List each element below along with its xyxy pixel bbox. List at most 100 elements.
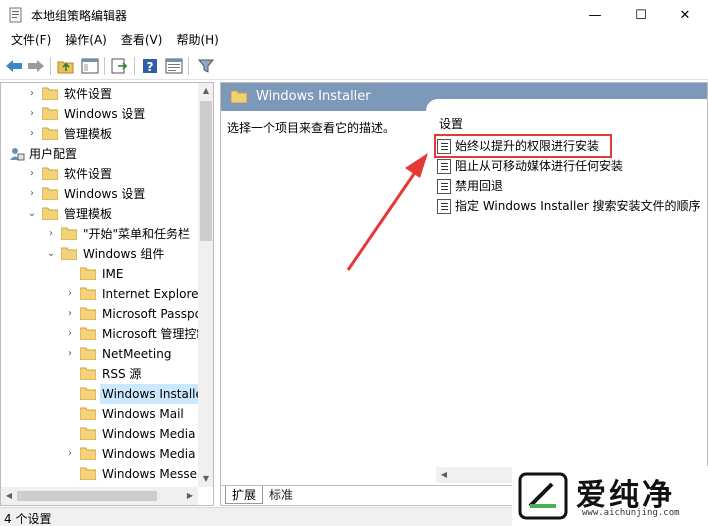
tree-item[interactable]: › Windows 设置	[1, 184, 197, 204]
tree-item-label: Windows 设置	[64, 107, 146, 121]
chevron-down-icon[interactable]: ⌄	[45, 244, 57, 264]
chevron-right-icon[interactable]: ›	[64, 304, 76, 324]
maximize-button[interactable]: ☐	[618, 0, 664, 30]
tab-standard[interactable]: 标准	[263, 486, 299, 504]
tree-item-label: RSS 源	[102, 367, 142, 381]
folder-icon	[80, 267, 96, 280]
tree-pane[interactable]: › 软件设置 › Windows 设置 › 管理模板 用户配置 › 软件设置 › Windows 设…	[0, 82, 214, 506]
menu-help[interactable]: 帮助(H)	[169, 30, 225, 50]
tree-item[interactable]: RSS 源	[1, 364, 197, 384]
tree-item[interactable]: › NetMeeting	[1, 344, 197, 364]
tree-item[interactable]: › 软件设置	[1, 84, 197, 104]
settings-column-header[interactable]: 设置	[439, 115, 463, 132]
close-button[interactable]: ✕	[662, 0, 708, 30]
details-header: Windows Installer	[221, 83, 707, 113]
policy-setting-icon	[437, 199, 451, 214]
chevron-right-icon[interactable]: ›	[26, 104, 38, 124]
folder-icon	[42, 167, 58, 180]
show-hide-tree-icon[interactable]	[80, 56, 100, 76]
menu-file[interactable]: 文件(F)	[4, 30, 58, 50]
help-icon[interactable]: ?	[140, 56, 160, 76]
tree-item-label: Internet Explorer	[102, 287, 204, 301]
chevron-right-icon[interactable]: ›	[64, 284, 76, 304]
tree-item[interactable]: 用户配置	[1, 144, 197, 164]
tree-item[interactable]: › Microsoft 管理控制台	[1, 324, 213, 344]
scroll-thumb[interactable]	[17, 491, 157, 501]
tree-item[interactable]: › "开始"菜单和任务栏	[1, 224, 197, 244]
tree-item[interactable]: › 软件设置	[1, 164, 197, 184]
policy-setting-icon	[437, 159, 451, 174]
tree-item[interactable]: › Windows Media Pla	[1, 444, 213, 464]
tree-item[interactable]: Windows Mail	[1, 404, 197, 424]
scroll-up-icon[interactable]: ▲	[198, 83, 213, 99]
folder-icon	[80, 367, 96, 380]
tab-extended[interactable]: 扩展	[225, 486, 264, 504]
tree-horizontal-scrollbar[interactable]: ◀ ▶	[1, 487, 198, 505]
chevron-right-icon[interactable]: ›	[64, 344, 76, 364]
filter-icon[interactable]	[196, 56, 216, 76]
brand-logo-icon	[518, 472, 568, 520]
chevron-right-icon	[64, 464, 76, 484]
properties-icon[interactable]	[164, 56, 184, 76]
chevron-right-icon	[64, 404, 76, 424]
tree-item[interactable]: Windows Media Ce	[1, 424, 213, 444]
tree-item[interactable]: › Microsoft Passport	[1, 304, 212, 324]
chevron-right-icon	[64, 264, 76, 284]
chevron-right-icon[interactable]: ›	[26, 184, 38, 204]
folder-icon	[80, 327, 96, 340]
folder-icon	[231, 90, 247, 103]
menu-bar: 文件(F) 操作(A) 查看(V) 帮助(H)	[0, 30, 708, 50]
tree-item[interactable]: › 管理模板	[1, 124, 197, 144]
tree-item[interactable]: › Internet Explorer	[1, 284, 203, 304]
menu-action[interactable]: 操作(A)	[58, 30, 114, 50]
chevron-down-icon[interactable]: ⌄	[26, 204, 38, 224]
tree-item[interactable]: Windows Messenge	[1, 464, 213, 484]
tree-item[interactable]: IME	[1, 264, 197, 284]
folder-icon	[80, 467, 96, 480]
scroll-down-icon[interactable]: ▼	[198, 471, 213, 487]
folder-icon	[61, 247, 77, 260]
tree-item-label: 管理模板	[64, 127, 113, 141]
folder-icon	[42, 87, 58, 100]
tree-item-label: Windows Messenge	[102, 467, 214, 481]
chevron-right-icon[interactable]: ›	[26, 124, 38, 144]
scroll-right-icon[interactable]: ▶	[182, 487, 198, 505]
scroll-left-icon[interactable]: ◀	[436, 467, 452, 483]
tree-item-label: Windows 设置	[64, 187, 146, 201]
up-folder-icon[interactable]	[56, 56, 76, 76]
tree-item[interactable]: Windows Installer	[1, 384, 210, 404]
menu-view[interactable]: 查看(V)	[114, 30, 170, 50]
chevron-right-icon[interactable]: ›	[45, 224, 57, 244]
scroll-thumb[interactable]	[200, 101, 212, 241]
title-bar: 本地组策略编辑器 — ☐ ✕	[0, 0, 708, 30]
tree-item[interactable]: › Windows 设置	[1, 104, 197, 124]
back-icon[interactable]	[4, 56, 24, 76]
setting-item-label: 阻止从可移动媒体进行任何安装	[455, 159, 624, 173]
setting-item-label: 指定 Windows Installer 搜索安装文件的顺序	[455, 199, 701, 213]
folder-icon	[42, 187, 58, 200]
tree-item-label: Microsoft Passport	[102, 307, 212, 321]
minimize-button[interactable]: —	[572, 0, 618, 30]
folder-icon	[80, 427, 96, 440]
details-pane: Windows Installer 选择一个项目来查看它的描述。 设置 始终以提…	[220, 82, 708, 506]
tree-vertical-scrollbar[interactable]: ▲ ▼	[198, 83, 213, 487]
folder-icon	[42, 127, 58, 140]
tree-item[interactable]: ⌄ Windows 组件	[1, 244, 197, 264]
chevron-right-icon[interactable]: ›	[26, 164, 38, 184]
chevron-right-icon[interactable]: ›	[64, 444, 76, 464]
folder-icon	[80, 447, 96, 460]
window-title: 本地组策略编辑器	[31, 9, 128, 23]
tree-item-label: 软件设置	[64, 167, 113, 181]
scroll-left-icon[interactable]: ◀	[1, 487, 17, 505]
tree-item-label: 管理模板	[64, 207, 113, 221]
export-icon[interactable]	[110, 56, 130, 76]
folder-icon	[80, 287, 96, 300]
forward-icon[interactable]	[26, 56, 46, 76]
tree-item[interactable]: ⌄ 管理模板	[1, 204, 197, 224]
folder-icon	[80, 387, 96, 400]
chevron-right-icon[interactable]: ›	[26, 84, 38, 104]
tree-item-label: Windows Installer	[100, 384, 210, 404]
chevron-right-icon	[64, 364, 76, 384]
chevron-right-icon[interactable]: ›	[64, 324, 76, 344]
toolbar: ?	[0, 52, 708, 80]
